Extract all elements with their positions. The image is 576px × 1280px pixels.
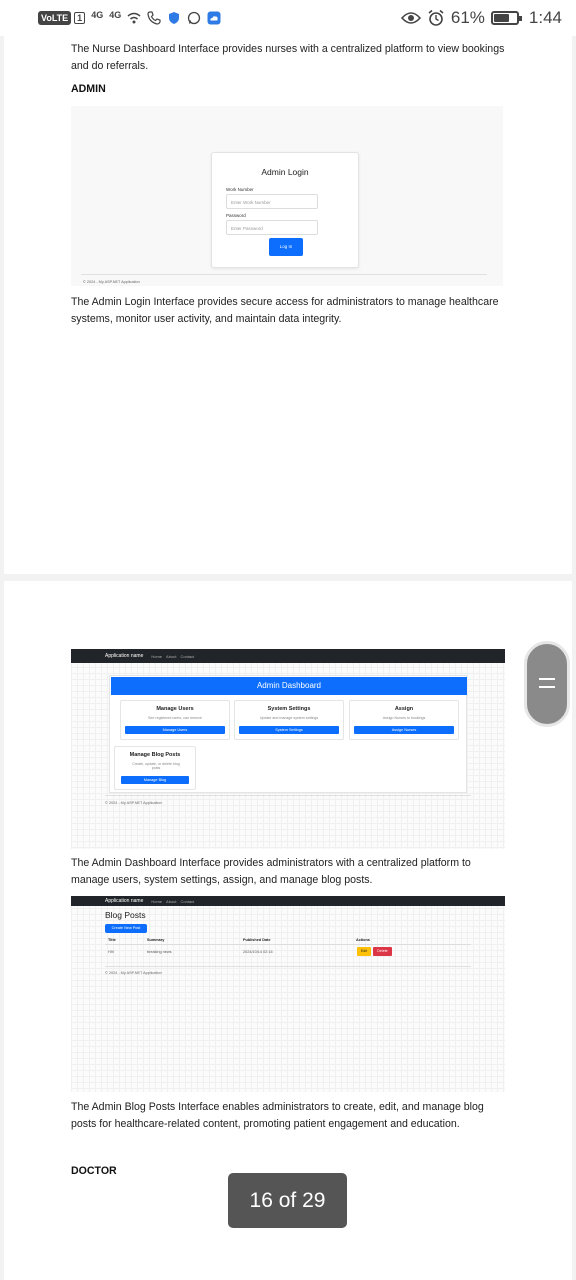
edit-button: Edit bbox=[357, 947, 371, 956]
manage-users-button: Manage Users bbox=[125, 726, 225, 734]
login-button: Log In bbox=[269, 238, 303, 256]
footer-divider bbox=[81, 274, 487, 275]
password-input: Enter Password bbox=[226, 220, 318, 235]
dashboard-footer: © 2024 - My ASP.NET Application bbox=[105, 801, 162, 805]
blog-title: Blog Posts bbox=[105, 910, 146, 920]
row-summary: breaking news bbox=[147, 950, 172, 954]
dashboard-header: Admin Dashboard bbox=[111, 677, 467, 695]
nurse-description: The Nurse Dashboard Interface provides n… bbox=[71, 43, 505, 72]
wifi-icon bbox=[127, 12, 141, 24]
col-title: Title bbox=[108, 938, 116, 942]
dashboard-description: The Admin Dashboard Interface provides a… bbox=[71, 857, 471, 886]
sim-indicator: 1 bbox=[74, 12, 86, 24]
col-published-date: Published Date bbox=[243, 938, 271, 942]
blog-footer: © 2024 - My ASP.NET Application bbox=[105, 971, 162, 975]
card-title: Assign bbox=[394, 706, 414, 712]
nav-contact: Contact bbox=[180, 898, 195, 904]
card-subtitle: See registered users, can remove bbox=[148, 716, 202, 720]
footer-divider bbox=[105, 795, 471, 796]
battery-icon bbox=[490, 11, 522, 25]
login-footer: © 2024 - My ASP.NET Application bbox=[83, 280, 140, 284]
col-actions: Actions bbox=[356, 938, 370, 942]
clock: 1:44 bbox=[528, 8, 562, 27]
login-title: Admin Login bbox=[261, 167, 309, 177]
card-subtitle: Update and manage system settings bbox=[259, 716, 319, 720]
card-manage-users: Manage Users See registered users, can r… bbox=[120, 700, 230, 740]
blog-posts-screenshot: Application name Home About Contact Blog… bbox=[71, 896, 505, 1092]
row-date: 2024/10/14 02:16 bbox=[243, 950, 273, 954]
work-number-label: Work Number bbox=[226, 187, 254, 192]
dashboard-panel: Admin Dashboard Manage Users See registe… bbox=[109, 675, 467, 793]
login-card: Admin Login Work Number Enter Work Numbe… bbox=[211, 152, 359, 268]
create-post-button: Create New Post bbox=[105, 924, 147, 933]
document-page: The Nurse Dashboard Interface provides n… bbox=[4, 36, 572, 574]
signal-icon: 4G bbox=[109, 10, 122, 20]
password-label: Password bbox=[226, 213, 246, 218]
card-subtitle: Create, update, or delete blog posts bbox=[132, 762, 180, 770]
handle-grip bbox=[539, 678, 555, 680]
footer-divider bbox=[105, 966, 471, 967]
signal-icon: 4G bbox=[91, 10, 104, 20]
manage-blog-button: Manage Blog bbox=[121, 776, 189, 784]
admin-dashboard-screenshot: Application name Home About Contact Admi… bbox=[71, 649, 505, 849]
volte-badge: VoLTE bbox=[38, 11, 72, 25]
nav-home: Home bbox=[151, 653, 163, 659]
card-assign: Assign Assign Nurses to bookings Assign … bbox=[349, 700, 459, 740]
battery-percent: 61% bbox=[450, 8, 485, 27]
dashboard-navbar: Application name Home About Contact bbox=[71, 649, 505, 663]
nav-about: About bbox=[166, 653, 177, 659]
nav-brand: Application name bbox=[105, 653, 144, 659]
cloud-icon bbox=[207, 11, 221, 25]
alarm-icon bbox=[428, 9, 444, 26]
nav-contact: Contact bbox=[180, 653, 195, 659]
card-subtitle: Assign Nurses to bookings bbox=[382, 716, 426, 720]
eye-icon bbox=[400, 12, 421, 24]
assign-nurses-button: Assign Nurses bbox=[354, 726, 454, 734]
work-number-input: Enter Work Number bbox=[226, 194, 318, 209]
doctor-heading: DOCTOR bbox=[71, 1165, 117, 1177]
blog-description: The Admin Blog Posts Interface enables a… bbox=[71, 1101, 484, 1130]
card-system-settings: System Settings Update and manage system… bbox=[234, 700, 344, 740]
shield-icon bbox=[169, 12, 180, 24]
phone-icon bbox=[147, 11, 161, 25]
nav-home: Home bbox=[151, 898, 163, 904]
card-manage-blog: Manage Blog Posts Create, update, or del… bbox=[114, 746, 196, 790]
card-title: Manage Users bbox=[156, 706, 194, 712]
card-title: Manage Blog Posts bbox=[129, 752, 181, 758]
battery-fill bbox=[493, 14, 509, 22]
nav-brand: Application name bbox=[105, 898, 144, 904]
admin-heading: ADMIN bbox=[71, 83, 106, 95]
system-settings-button: System Settings bbox=[239, 726, 339, 734]
fast-scroll-handle[interactable] bbox=[524, 641, 570, 727]
card-title: System Settings bbox=[267, 706, 311, 712]
table-divider bbox=[105, 944, 471, 945]
status-bar: VoLTE 1 4G 4G 61% 1:44 bbox=[0, 0, 576, 36]
blog-navbar: Application name Home About Contact bbox=[71, 896, 505, 906]
whatsapp-icon bbox=[188, 11, 201, 25]
admin-login-description: The Admin Login Interface provides secur… bbox=[71, 296, 499, 325]
handle-grip bbox=[539, 686, 555, 688]
row-title: HIV bbox=[108, 950, 115, 954]
delete-button: Delete bbox=[373, 947, 392, 956]
admin-login-screenshot: Admin Login Work Number Enter Work Numbe… bbox=[71, 106, 503, 286]
nav-about: About bbox=[166, 898, 177, 904]
page-counter: 16 of 29 bbox=[228, 1173, 347, 1228]
col-summary: Summary bbox=[147, 938, 165, 942]
status-right-group: 61% 1:44 bbox=[400, 8, 562, 28]
